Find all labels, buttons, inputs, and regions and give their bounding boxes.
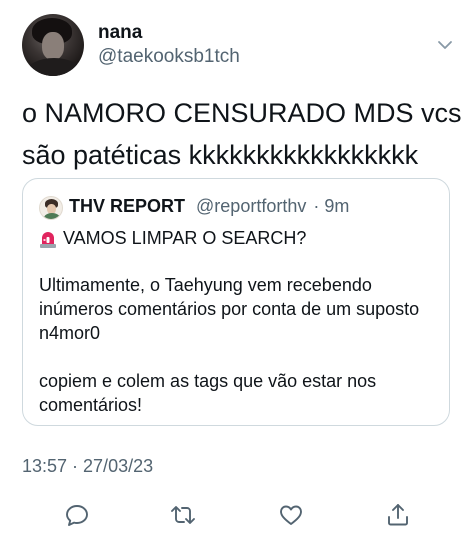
quoted-tweet-card[interactable]: THV REPORT @reportforthv · 9m VAMOS LIMP… (22, 178, 450, 426)
tweet-actions-bar (0, 500, 474, 530)
quoted-tweet-body: Ultimamente, o Taehyung vem recebendo in… (39, 273, 439, 417)
heart-icon[interactable] (278, 502, 304, 528)
quoted-headline-row: VAMOS LIMPAR O SEARCH? (39, 228, 306, 249)
author-avatar[interactable] (22, 14, 84, 76)
quoted-tweet-header: THV REPORT @reportforthv · 9m (69, 196, 349, 217)
avatar-face (42, 32, 64, 60)
quoted-author-avatar (39, 196, 63, 220)
author-display-name[interactable]: nana (98, 22, 142, 44)
tweet-text: o NAMORO CENSURADO MDS vcs são patéticas… (22, 92, 462, 176)
quoted-avatar-body (44, 213, 60, 219)
tweet-text-line1: o NAMORO CENSURADO MDS vcs (22, 98, 462, 128)
quoted-paragraph-1: Ultimamente, o Taehyung vem recebendo in… (39, 275, 420, 343)
quoted-headline: VAMOS LIMPAR O SEARCH? (63, 228, 307, 248)
chevron-down-icon[interactable] (434, 38, 456, 52)
quoted-author-handle: @reportforthv (196, 196, 307, 216)
tweet-timestamp[interactable]: 13:57 · 27/03/23 (22, 456, 153, 477)
share-icon[interactable] (385, 502, 411, 528)
quoted-tweet-age: · 9m (313, 196, 350, 216)
reply-icon[interactable] (64, 502, 90, 528)
quoted-author-name: THV REPORT (69, 196, 186, 216)
quoted-paragraph-2: copiem e colem as tags que vão estar nos… (39, 371, 377, 415)
retweet-icon[interactable] (170, 502, 196, 528)
tweet-text-line2: são patéticas kkkkkkkkkkkkkkkkk (22, 140, 419, 170)
siren-emoji-icon (39, 229, 57, 249)
avatar-shirt (26, 58, 82, 76)
author-handle[interactable]: @taekooksb1tch (98, 46, 240, 68)
